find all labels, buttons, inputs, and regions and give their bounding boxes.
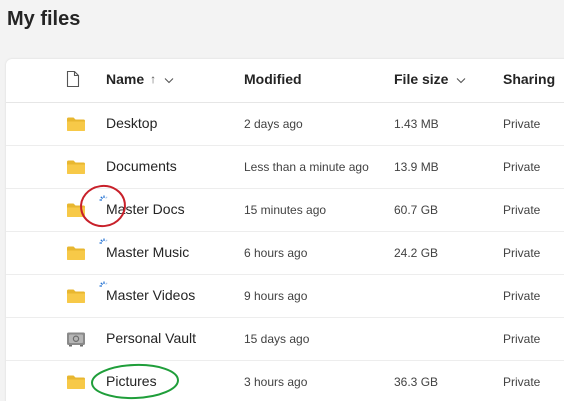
file-list: Name ↑ Modified File size Sharing Deskto…	[6, 59, 564, 401]
folder-icon	[66, 159, 86, 175]
file-size: 36.3 GB	[394, 375, 439, 389]
vault-icon	[66, 331, 86, 347]
chevron-down-icon[interactable]	[164, 71, 174, 87]
file-type-column-header[interactable]	[66, 70, 80, 88]
my-files-page: My files Name ↑ Modified File size Shari…	[0, 0, 564, 401]
file-size-header-label: File size	[394, 71, 449, 87]
sharing-status: Private	[503, 375, 541, 389]
sharing-status: Private	[503, 289, 541, 303]
modified-header-label: Modified	[244, 71, 302, 87]
file-row[interactable]: Master Music 6 hours ago 24.2 GB Private	[6, 232, 564, 275]
sharing-status: Private	[503, 160, 541, 174]
file-name[interactable]: Personal Vault	[106, 330, 196, 346]
page-title: My files	[7, 8, 81, 30]
file-name[interactable]: Master Music	[106, 244, 189, 260]
modified-column-header[interactable]: Modified	[244, 71, 302, 87]
modified-date: 15 minutes ago	[244, 203, 327, 217]
sharing-column-header[interactable]: Sharing	[503, 71, 555, 87]
file-row[interactable]: Personal Vault 15 days ago Private	[6, 318, 564, 361]
modified-date: 6 hours ago	[244, 246, 308, 260]
sharing-status: Private	[503, 332, 541, 346]
file-list-header: Name ↑ Modified File size Sharing	[6, 59, 564, 103]
sharing-header-label: Sharing	[503, 71, 556, 87]
chevron-down-icon[interactable]	[456, 71, 466, 87]
modified-date: 15 days ago	[244, 332, 310, 346]
name-header-label: Name	[106, 71, 145, 87]
file-row[interactable]: Documents Less than a minute ago 13.9 MB Pr…	[6, 146, 564, 189]
sharing-status: Private	[503, 203, 541, 217]
file-type-icon	[66, 70, 80, 88]
modified-date: Less than a minute ago	[244, 160, 369, 174]
modified-date: 2 days ago	[244, 117, 303, 131]
name-column-header[interactable]: Name ↑	[106, 71, 174, 87]
modified-date: 9 hours ago	[244, 289, 308, 303]
sharing-status: Private	[503, 117, 541, 131]
file-size: 1.43 MB	[394, 117, 439, 131]
file-row[interactable]: Master Docs 15 minutes ago 60.7 GB Private	[6, 189, 564, 232]
folder-icon	[66, 245, 86, 261]
file-name[interactable]: Desktop	[106, 115, 157, 131]
file-size: 13.9 MB	[394, 160, 439, 174]
file-row[interactable]: Desktop 2 days ago 1.43 MB Private	[6, 103, 564, 146]
folder-icon	[66, 116, 86, 132]
sort-ascending-icon: ↑	[150, 72, 157, 86]
file-name[interactable]: Master Videos	[106, 287, 195, 303]
file-name[interactable]: Documents	[106, 158, 177, 174]
folder-icon	[66, 374, 86, 390]
file-name[interactable]: Master Docs	[106, 201, 185, 217]
file-row[interactable]: Pictures 3 hours ago 36.3 GB Private	[6, 361, 564, 401]
file-name[interactable]: Pictures	[106, 373, 157, 389]
folder-icon	[66, 288, 86, 304]
sharing-status: Private	[503, 246, 541, 260]
file-size-column-header[interactable]: File size	[394, 71, 466, 87]
file-size: 24.2 GB	[394, 246, 439, 260]
file-row[interactable]: Master Videos 9 hours ago Private	[6, 275, 564, 318]
modified-date: 3 hours ago	[244, 375, 308, 389]
folder-icon	[66, 202, 86, 218]
file-size: 60.7 GB	[394, 203, 439, 217]
